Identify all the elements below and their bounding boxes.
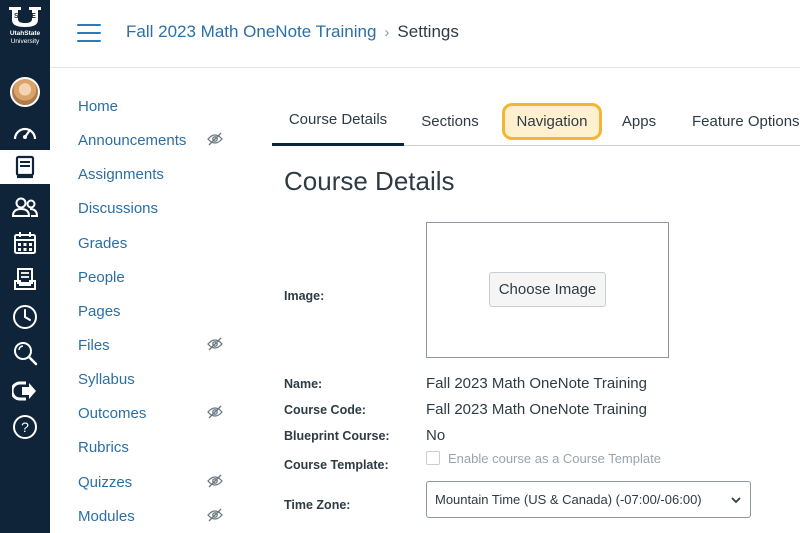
course-nav-label: Rubrics	[78, 438, 129, 456]
course-nav-syllabus[interactable]: Syllabus	[78, 367, 238, 391]
course-nav-quizzes[interactable]: Quizzes	[78, 470, 238, 494]
course-nav-modules[interactable]: Modules	[78, 504, 238, 528]
hidden-eye-icon	[207, 132, 223, 146]
course-nav-label: Grades	[78, 234, 128, 252]
course-nav-label: Modules	[78, 507, 135, 525]
breadcrumb: Fall 2023 Math OneNote Training › Settin…	[126, 22, 459, 42]
tab-apps[interactable]: Apps	[616, 96, 662, 146]
course-template-checkbox[interactable]	[426, 451, 440, 465]
dashboard-icon	[13, 127, 37, 140]
course-nav-outcomes[interactable]: Outcomes	[78, 401, 238, 425]
course-code-label: Course Code:	[284, 403, 366, 417]
courses-nav-item[interactable]	[0, 150, 50, 184]
page-header: Fall 2023 Math OneNote Training › Settin…	[50, 0, 800, 68]
course-nav-label: Syllabus	[78, 370, 135, 388]
tab-course-details[interactable]: Course Details	[272, 96, 404, 146]
logo-line-2: University	[10, 38, 40, 45]
chevron-down-icon	[731, 497, 741, 504]
breadcrumb-current: Settings	[397, 22, 459, 41]
commons-icon	[12, 381, 36, 401]
help-icon: ?	[13, 415, 37, 439]
course-nav-pages[interactable]: Pages	[78, 299, 238, 323]
tab-label: Apps	[621, 112, 657, 130]
course-nav-label: Announcements	[78, 131, 187, 149]
tab-navigation[interactable]: Navigation	[498, 96, 606, 146]
course-nav-discussions[interactable]: Discussions	[78, 196, 238, 220]
course-name-value: Fall 2023 Math OneNote Training	[426, 375, 647, 392]
breadcrumb-course-link[interactable]: Fall 2023 Math OneNote Training	[126, 22, 376, 42]
hidden-eye-icon	[207, 337, 223, 351]
tab-label: Sections	[421, 112, 479, 130]
svg-text:?: ?	[21, 419, 29, 435]
course-nav-label: Outcomes	[78, 404, 147, 422]
inbox-icon	[14, 268, 36, 290]
avatar-icon	[10, 77, 40, 107]
time-zone-value: Mountain Time (US & Canada) (-07:00/-06:…	[435, 492, 702, 507]
dashboard-nav-item[interactable]	[0, 116, 50, 150]
global-nav: STATE UtahState University ?	[0, 0, 50, 533]
university-logo[interactable]: STATE UtahState University	[0, 6, 50, 62]
history-nav-item[interactable]	[0, 300, 50, 334]
course-nav-label: Home	[78, 97, 119, 115]
course-nav-label: Quizzes	[78, 473, 133, 491]
time-zone-label: Time Zone:	[284, 498, 351, 512]
svg-text:STATE: STATE	[14, 13, 36, 20]
time-zone-select[interactable]: Mountain Time (US & Canada) (-07:00/-06:…	[426, 481, 751, 518]
hidden-eye-icon	[207, 508, 223, 522]
groups-icon	[11, 197, 39, 217]
search-icon	[14, 342, 38, 366]
hidden-eye-icon	[207, 405, 223, 419]
breadcrumb-separator-icon: ›	[384, 23, 390, 41]
page-title: Course Details	[284, 166, 455, 196]
account-nav-item[interactable]	[0, 74, 50, 110]
groups-nav-item[interactable]	[0, 190, 50, 224]
commons-nav-item[interactable]	[0, 374, 50, 408]
name-label: Name:	[284, 377, 323, 391]
tab-label: Feature Options	[692, 112, 800, 130]
help-nav-item[interactable]: ?	[0, 410, 50, 444]
course-nav-announcements[interactable]: Announcements	[78, 128, 238, 152]
tab-feature-options[interactable]: Feature Options	[692, 96, 800, 146]
course-nav-label: Pages	[78, 302, 121, 320]
hidden-eye-icon	[207, 474, 223, 488]
course-nav-home[interactable]: Home	[78, 94, 238, 118]
hamburger-menu-icon[interactable]	[77, 24, 101, 44]
calendar-nav-item[interactable]	[0, 226, 50, 260]
course-nav-rubrics[interactable]: Rubrics	[78, 435, 238, 459]
logo-line-1: UtahState	[9, 30, 41, 37]
calendar-icon	[14, 232, 36, 254]
course-nav-assignments[interactable]: Assignments	[78, 162, 238, 186]
course-nav-grades[interactable]: Grades	[78, 231, 238, 255]
tab-label: Navigation	[501, 102, 603, 140]
search-nav-item[interactable]	[0, 336, 50, 370]
tab-label: Course Details	[288, 111, 388, 128]
courses-icon	[15, 155, 35, 179]
blueprint-value: No	[426, 427, 446, 444]
course-nav-label: Files	[78, 336, 110, 354]
blueprint-label: Blueprint Course:	[284, 429, 390, 443]
course-nav-people[interactable]: People	[78, 265, 238, 289]
image-label: Image:	[284, 289, 325, 303]
clock-icon	[13, 305, 37, 329]
block-u-icon: STATE	[6, 6, 44, 28]
course-nav-files[interactable]: Files	[78, 333, 238, 357]
tab-sections[interactable]: Sections	[412, 96, 488, 146]
choose-image-button[interactable]: Choose Image	[489, 272, 606, 307]
course-nav-label: Discussions	[78, 199, 159, 217]
course-template-label: Course Template:	[284, 458, 389, 472]
inbox-nav-item[interactable]	[0, 262, 50, 296]
course-code-value: Fall 2023 Math OneNote Training	[426, 401, 647, 418]
course-template-checkbox-label: Enable course as a Course Template	[448, 451, 661, 466]
course-nav-label: People	[78, 268, 125, 286]
settings-tabs: Course Details Sections Navigation Apps …	[272, 96, 800, 146]
course-nav-label: Assignments	[78, 165, 164, 183]
